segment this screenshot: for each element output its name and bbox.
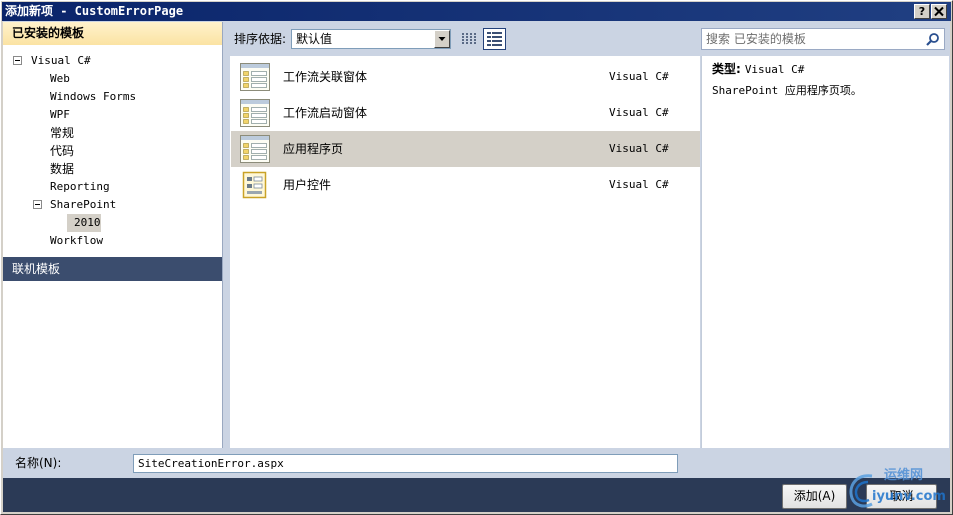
template-language: Visual C# xyxy=(609,106,669,119)
form-template-icon xyxy=(240,135,270,163)
tree-item-2010[interactable]: 2010 xyxy=(3,214,222,232)
form-template-icon xyxy=(240,99,270,127)
name-label: 名称(N): xyxy=(15,456,62,470)
tree-item-windows-forms[interactable]: Windows Forms xyxy=(3,88,222,106)
name-field[interactable] xyxy=(133,454,678,473)
tree-item-label: 2010 xyxy=(74,216,101,229)
tree-item-label: Workflow xyxy=(50,234,103,247)
help-icon: ? xyxy=(918,5,926,18)
tree-item-label: Visual C# xyxy=(31,54,91,67)
close-icon xyxy=(934,6,944,17)
tree-item-reporting[interactable]: Reporting xyxy=(3,178,222,196)
type-value: Visual C# xyxy=(744,63,805,76)
tree-item-label: 代码 xyxy=(50,144,75,158)
template-item[interactable]: 工作流关联窗体 Visual C# xyxy=(231,59,700,95)
tree-item-workflow[interactable]: Workflow xyxy=(3,232,222,250)
online-templates-header[interactable]: 联机模板 xyxy=(3,257,222,281)
dropdown-button[interactable] xyxy=(434,30,450,48)
template-category-panel: 已安装的模板 Visual C# Web Windows Forms WPF 常… xyxy=(3,22,223,448)
tree-item-data[interactable]: 数据 xyxy=(3,160,222,178)
template-item[interactable]: 工作流启动窗体 Visual C# xyxy=(231,95,700,131)
tree-item-label: Reporting xyxy=(50,180,110,193)
form-template-icon xyxy=(240,63,270,91)
installed-templates-header[interactable]: 已安装的模板 xyxy=(3,22,222,45)
tree-item-label: Windows Forms xyxy=(50,90,137,103)
collapse-icon[interactable] xyxy=(13,56,22,65)
tree-item-label: 常规 xyxy=(50,126,75,140)
chevron-down-icon xyxy=(438,37,446,41)
tree-item-label: WPF xyxy=(50,108,70,121)
close-button[interactable] xyxy=(931,4,947,19)
sort-dropdown[interactable]: 默认值 xyxy=(291,29,451,49)
template-language: Visual C# xyxy=(609,70,669,83)
window-title: 添加新项 - CustomErrorPage xyxy=(5,4,184,18)
help-button[interactable]: ? xyxy=(914,4,930,19)
tree-item-general[interactable]: 常规 xyxy=(3,124,222,142)
template-type: 类型: Visual C# xyxy=(712,61,804,77)
template-language: Visual C# xyxy=(609,142,669,155)
search-box[interactable] xyxy=(701,28,945,50)
template-name: 用户控件 xyxy=(283,178,332,192)
template-name: 工作流关联窗体 xyxy=(283,70,368,84)
user-control-icon xyxy=(242,171,267,199)
template-description: SharePoint 应用程序页项。 xyxy=(712,84,862,97)
sort-by-label: 排序依据: xyxy=(234,32,287,46)
tree-item-label: SharePoint xyxy=(50,198,117,211)
tree-item-code[interactable]: 代码 xyxy=(3,142,222,160)
cancel-button[interactable]: 取消 xyxy=(866,484,937,509)
search-input[interactable] xyxy=(706,31,921,47)
collapse-icon[interactable] xyxy=(33,200,42,209)
details-view-button[interactable] xyxy=(483,28,506,50)
tree-item-label: Web xyxy=(50,72,70,85)
title-bar[interactable]: 添加新项 - CustomErrorPage ? xyxy=(2,2,951,21)
tree-item-sharepoint[interactable]: SharePoint xyxy=(3,196,222,214)
template-name: 应用程序页 xyxy=(283,142,344,156)
tree-item-web[interactable]: Web xyxy=(3,70,222,88)
list-view-icon xyxy=(487,32,502,46)
tree-item-visual-csharp[interactable]: Visual C# xyxy=(3,52,222,70)
tree-item-label: 数据 xyxy=(50,162,75,176)
add-button[interactable]: 添加(A) xyxy=(782,484,847,509)
small-icons-view-button[interactable] xyxy=(460,31,477,47)
template-details-panel: 类型: Visual C# SharePoint 应用程序页项。 xyxy=(701,56,949,448)
template-list: 工作流关联窗体 Visual C# 工作流启动窗体 Visual C# 应用程序 xyxy=(230,56,700,448)
template-name: 工作流启动窗体 xyxy=(283,106,368,120)
grid-view-icon xyxy=(462,33,476,44)
type-label: 类型: xyxy=(712,62,741,76)
template-language: Visual C# xyxy=(609,178,669,191)
tree-item-wpf[interactable]: WPF xyxy=(3,106,222,124)
template-item-selected[interactable]: 应用程序页 Visual C# xyxy=(231,131,700,167)
search-icon[interactable] xyxy=(925,32,940,47)
template-item[interactable]: 用户控件 Visual C# xyxy=(231,167,700,203)
sort-selected-value: 默认值 xyxy=(296,32,333,46)
